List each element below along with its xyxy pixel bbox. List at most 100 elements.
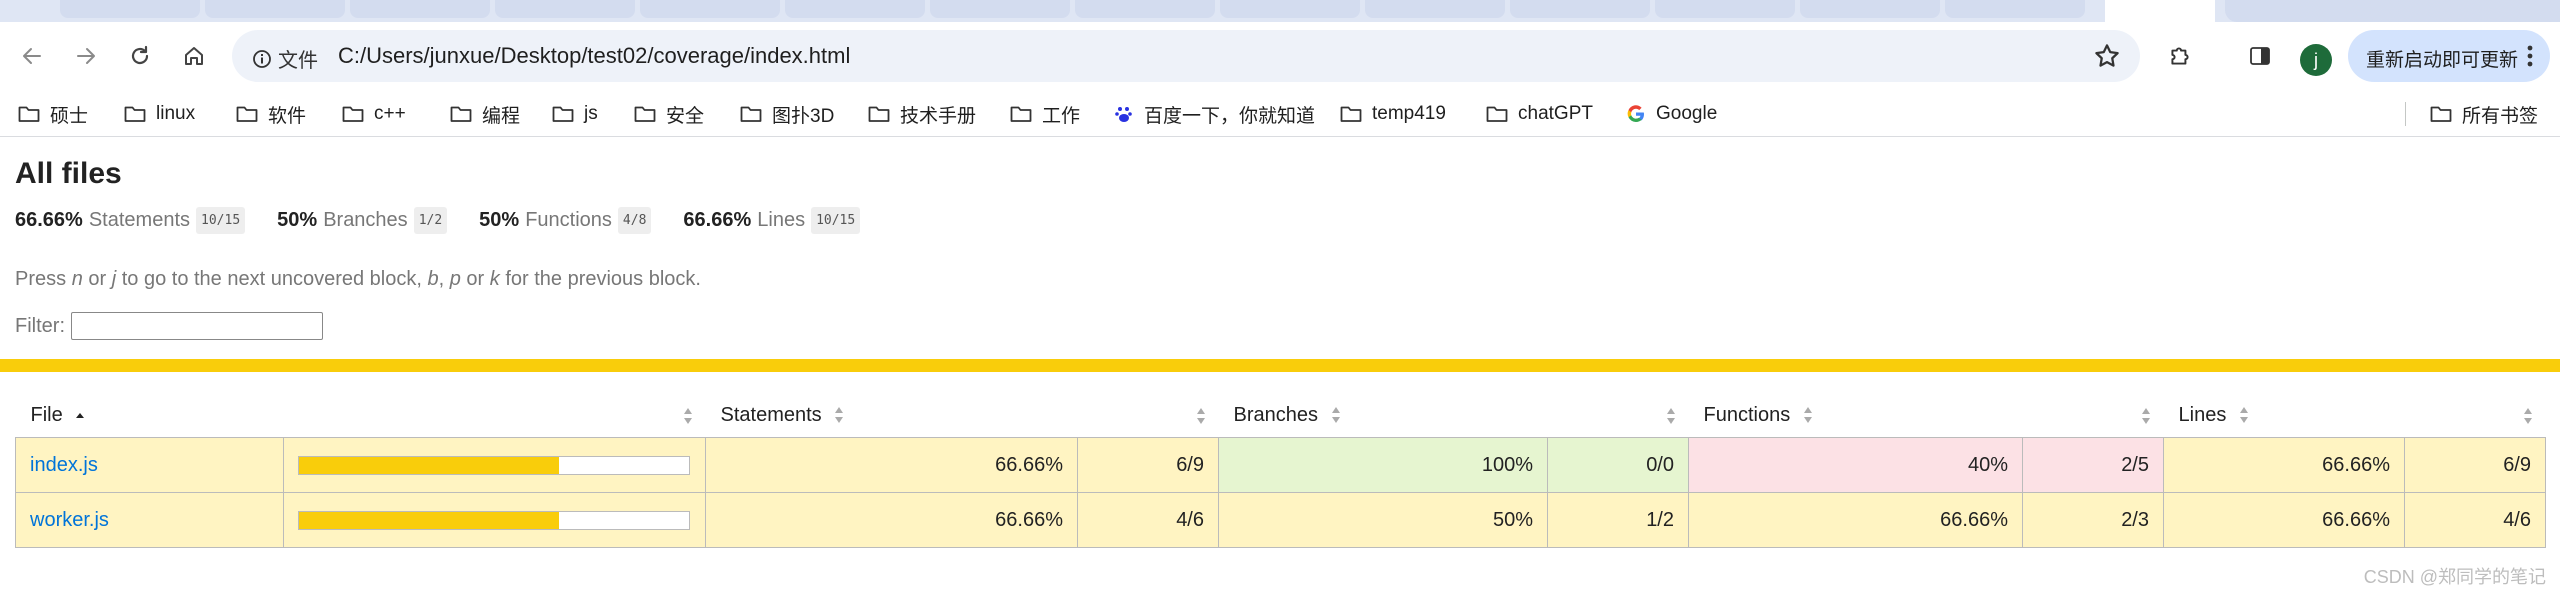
folder-icon	[740, 106, 762, 122]
sort-icon	[683, 408, 692, 424]
browser-tab[interactable]	[1800, 0, 1940, 18]
column-header-functions[interactable]: Functions	[1689, 393, 2023, 438]
bookmark-label: temp419	[1372, 103, 1446, 124]
summary-statements: 66.66% Statements 10/15	[15, 207, 246, 234]
reload-icon	[131, 45, 149, 65]
summary-pct: 50%	[479, 209, 520, 231]
back-button[interactable]	[12, 36, 52, 76]
browser-tab[interactable]	[1365, 0, 1505, 18]
browser-tab[interactable]	[1945, 0, 2085, 18]
browser-tab[interactable]	[1075, 0, 1215, 18]
bookmark-label: linux	[156, 103, 196, 124]
file-link[interactable]: index.js	[30, 454, 98, 476]
bookmark-item[interactable]: 百度一下，你就知道	[1114, 100, 1315, 128]
column-header-lines[interactable]: Lines	[2164, 393, 2405, 438]
active-tab[interactable]	[2105, 0, 2215, 22]
functions-pct: 66.66%	[1688, 492, 2023, 548]
column-header-statements[interactable]: Statements	[706, 393, 1078, 438]
site-info-chip[interactable]: 文件	[252, 44, 318, 73]
side-panel-button[interactable]	[2244, 40, 2276, 72]
browser-tab[interactable]	[60, 0, 200, 18]
branches-fraction: 1/2	[1547, 492, 1689, 548]
reload-button[interactable]	[120, 36, 160, 76]
bookmark-label: 工作	[1042, 105, 1081, 127]
bookmark-item[interactable]: 编程	[450, 100, 520, 128]
url-text[interactable]: C:/Users/junxue/Desktop/test02/coverage/…	[338, 43, 850, 69]
home-button[interactable]	[174, 36, 214, 76]
puzzle-icon	[2171, 47, 2189, 65]
star-icon[interactable]	[2092, 41, 2122, 71]
tab-strip	[0, 0, 2560, 22]
arrow-left-icon	[23, 48, 41, 64]
summary-fraction: 4/8	[617, 207, 652, 234]
bookmark-item[interactable]: 技术手册	[868, 100, 976, 128]
forward-button[interactable]	[66, 36, 106, 76]
folder-icon	[2430, 106, 2452, 122]
bookmark-item[interactable]: 硕士	[18, 100, 88, 128]
column-header-bar[interactable]	[284, 393, 706, 438]
coverage-bar-cell	[283, 437, 706, 493]
coverage-bar	[298, 455, 690, 475]
extensions-button[interactable]	[2164, 40, 2196, 72]
browser-tab[interactable]	[785, 0, 925, 18]
statements-fraction: 6/9	[1077, 437, 1219, 493]
column-header-lines-fraction[interactable]	[2405, 393, 2546, 438]
branches-fraction: 0/0	[1547, 437, 1689, 493]
bookmark-item[interactable]: 软件	[236, 100, 306, 128]
branches-pct: 100%	[1218, 437, 1548, 493]
sort-icon	[2141, 408, 2150, 424]
home-icon	[185, 47, 203, 65]
status-bar-line	[0, 359, 2560, 372]
address-bar[interactable]: 文件 C:/Users/junxue/Desktop/test02/covera…	[232, 30, 2140, 82]
coverage-report: All files 66.66% Statements 10/15 50% Br…	[0, 137, 2560, 593]
bookmark-item[interactable]: temp419	[1340, 100, 1446, 128]
bookmark-item[interactable]: 安全	[634, 100, 704, 128]
summary-label: Functions	[525, 209, 612, 231]
table-row: worker.js 66.66% 4/6 50% 1/2 66.66% 2/3 …	[15, 492, 2546, 548]
more-vert-icon[interactable]	[2526, 42, 2534, 70]
folder-icon	[450, 106, 472, 122]
bookmark-label: js	[584, 103, 598, 124]
browser-tab[interactable]	[350, 0, 490, 18]
column-header-functions-fraction[interactable]	[2023, 393, 2164, 438]
summary-label: Branches	[323, 209, 408, 231]
column-header-file[interactable]: File	[16, 393, 284, 438]
browser-toolbar: 文件 C:/Users/junxue/Desktop/test02/covera…	[0, 22, 2560, 92]
bookmark-item[interactable]: 图扑3D	[740, 100, 834, 128]
bookmark-item[interactable]: linux	[124, 100, 195, 128]
browser-tab[interactable]	[1510, 0, 1650, 18]
browser-tab[interactable]	[495, 0, 635, 18]
sort-icon	[1331, 407, 1340, 424]
functions-pct: 40%	[1688, 437, 2023, 493]
tab-strip-filler	[2225, 0, 2560, 22]
browser-tab[interactable]	[1220, 0, 1360, 18]
bookmark-item[interactable]: js	[552, 100, 598, 128]
browser-tab[interactable]	[640, 0, 780, 18]
bookmark-item[interactable]: c++	[342, 100, 406, 128]
bookmark-item[interactable]: Google	[1626, 100, 1717, 128]
google-icon	[1627, 105, 1644, 123]
browser-tab[interactable]	[1655, 0, 1795, 18]
all-bookmarks-button[interactable]: 所有书签	[2430, 100, 2538, 128]
relaunch-update-button[interactable]: 重新启动即可更新	[2348, 30, 2550, 82]
bookmark-label: 技术手册	[900, 105, 977, 127]
folder-icon	[18, 106, 40, 122]
keyboard-hint: Press n or j to go to the next uncovered…	[15, 268, 701, 290]
sort-icon	[1803, 407, 1812, 424]
summary-pct: 66.66%	[15, 209, 83, 231]
column-header-branches[interactable]: Branches	[1219, 393, 1548, 438]
browser-tab[interactable]	[930, 0, 1070, 18]
browser-tab[interactable]	[205, 0, 345, 18]
bookmark-item[interactable]: chatGPT	[1486, 100, 1593, 128]
branches-pct: 50%	[1218, 492, 1548, 548]
file-cell: index.js	[15, 437, 284, 493]
bookmark-item[interactable]: 工作	[1010, 100, 1080, 128]
column-header-statements-fraction[interactable]	[1078, 393, 1219, 438]
page-title: All files	[15, 157, 122, 190]
profile-avatar[interactable]: j	[2300, 44, 2332, 76]
functions-fraction: 2/3	[2022, 492, 2164, 548]
filter-input[interactable]	[71, 312, 323, 340]
file-link[interactable]: worker.js	[30, 509, 109, 531]
folder-icon	[342, 106, 364, 122]
column-header-branches-fraction[interactable]	[1548, 393, 1689, 438]
